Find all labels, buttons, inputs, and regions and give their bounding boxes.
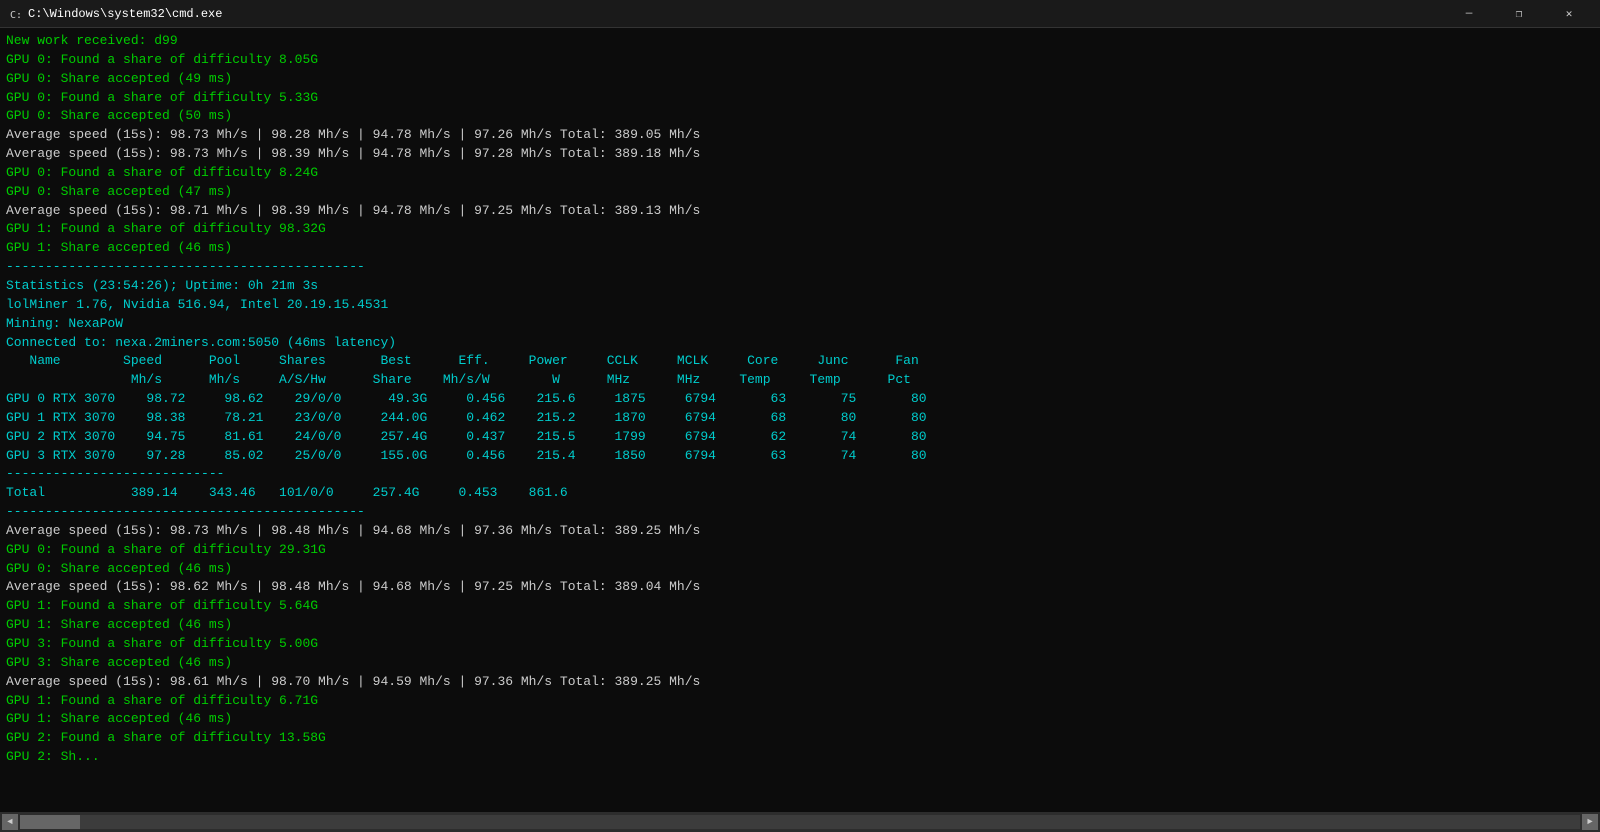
- terminal-line: GPU 2: Sh...: [6, 748, 1594, 767]
- terminal-line: Name Speed Pool Shares Best Eff. Power C…: [6, 352, 1594, 371]
- titlebar-left: C:\ C:\Windows\system32\cmd.exe: [8, 7, 222, 21]
- terminal-line: Mh/s Mh/s A/S/Hw Share Mh/s/W W MHz MHz …: [6, 371, 1594, 390]
- terminal-line: Average speed (15s): 98.73 Mh/s | 98.48 …: [6, 522, 1594, 541]
- terminal-line: GPU 0: Found a share of difficulty 5.33G: [6, 89, 1594, 108]
- scrollbar[interactable]: ◄ ►: [0, 812, 1600, 832]
- terminal-line: Mining: NexaPoW: [6, 315, 1594, 334]
- terminal-line: GPU 3: Found a share of difficulty 5.00G: [6, 635, 1594, 654]
- terminal-line: Average speed (15s): 98.62 Mh/s | 98.48 …: [6, 578, 1594, 597]
- terminal-line: GPU 0 RTX 3070 98.72 98.62 29/0/0 49.3G …: [6, 390, 1594, 409]
- restore-button[interactable]: ❐: [1496, 0, 1542, 28]
- scroll-right-arrow[interactable]: ►: [1582, 814, 1598, 830]
- terminal-line: GPU 1: Found a share of difficulty 5.64G: [6, 597, 1594, 616]
- terminal-line: GPU 0: Share accepted (46 ms): [6, 560, 1594, 579]
- scroll-track[interactable]: [20, 815, 1580, 829]
- terminal-line: GPU 1: Share accepted (46 ms): [6, 710, 1594, 729]
- terminal-line: Average speed (15s): 98.71 Mh/s | 98.39 …: [6, 202, 1594, 221]
- terminal-line: New work received: d99: [6, 32, 1594, 51]
- terminal-line: Connected to: nexa.2miners.com:5050 (46m…: [6, 334, 1594, 353]
- terminal-line: Average speed (15s): 98.73 Mh/s | 98.28 …: [6, 126, 1594, 145]
- close-button[interactable]: ✕: [1546, 0, 1592, 28]
- terminal-line: GPU 0: Share accepted (47 ms): [6, 183, 1594, 202]
- terminal-line: ----------------------------: [6, 465, 1594, 484]
- terminal-line: GPU 1: Share accepted (46 ms): [6, 239, 1594, 258]
- terminal-output: New work received: d99GPU 0: Found a sha…: [0, 28, 1600, 812]
- terminal-line: GPU 3: Share accepted (46 ms): [6, 654, 1594, 673]
- terminal-line: ----------------------------------------…: [6, 258, 1594, 277]
- terminal-line: GPU 0: Found a share of difficulty 29.31…: [6, 541, 1594, 560]
- terminal-line: Statistics (23:54:26); Uptime: 0h 21m 3s: [6, 277, 1594, 296]
- terminal-line: GPU 0: Share accepted (49 ms): [6, 70, 1594, 89]
- terminal-line: Average speed (15s): 98.61 Mh/s | 98.70 …: [6, 673, 1594, 692]
- terminal-line: ----------------------------------------…: [6, 503, 1594, 522]
- titlebar-controls: — ❐ ✕: [1446, 0, 1592, 28]
- terminal-line: Total 389.14 343.46 101/0/0 257.4G 0.453…: [6, 484, 1594, 503]
- terminal-line: GPU 0: Share accepted (50 ms): [6, 107, 1594, 126]
- minimize-button[interactable]: —: [1446, 0, 1492, 28]
- terminal-line: GPU 2: Found a share of difficulty 13.58…: [6, 729, 1594, 748]
- terminal-line: GPU 1: Found a share of difficulty 6.71G: [6, 692, 1594, 711]
- terminal-line: GPU 2 RTX 3070 94.75 81.61 24/0/0 257.4G…: [6, 428, 1594, 447]
- svg-text:C:\: C:\: [10, 10, 22, 21]
- terminal-line: GPU 1 RTX 3070 98.38 78.21 23/0/0 244.0G…: [6, 409, 1594, 428]
- terminal-line: GPU 0: Found a share of difficulty 8.24G: [6, 164, 1594, 183]
- terminal-line: GPU 1: Share accepted (46 ms): [6, 616, 1594, 635]
- terminal-line: GPU 1: Found a share of difficulty 98.32…: [6, 220, 1594, 239]
- terminal-line: lolMiner 1.76, Nvidia 516.94, Intel 20.1…: [6, 296, 1594, 315]
- titlebar-title: C:\Windows\system32\cmd.exe: [28, 7, 222, 21]
- cmd-icon: C:\: [8, 7, 22, 21]
- terminal-line: GPU 0: Found a share of difficulty 8.05G: [6, 51, 1594, 70]
- scroll-thumb[interactable]: [20, 815, 80, 829]
- titlebar: C:\ C:\Windows\system32\cmd.exe — ❐ ✕: [0, 0, 1600, 28]
- scroll-left-arrow[interactable]: ◄: [2, 814, 18, 830]
- terminal-line: GPU 3 RTX 3070 97.28 85.02 25/0/0 155.0G…: [6, 447, 1594, 466]
- terminal-line: Average speed (15s): 98.73 Mh/s | 98.39 …: [6, 145, 1594, 164]
